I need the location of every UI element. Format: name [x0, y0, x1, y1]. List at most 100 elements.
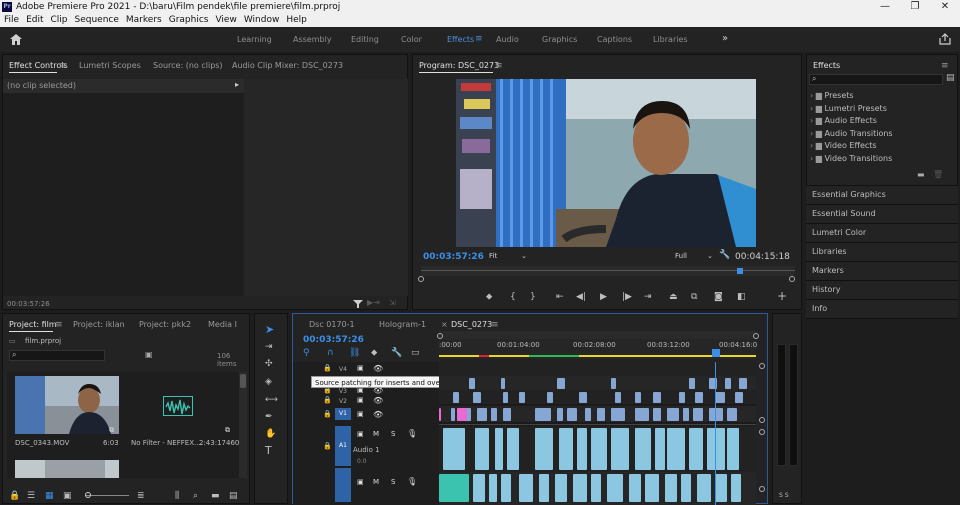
video-clip[interactable]: [473, 392, 481, 403]
effects-folder-audio-effects[interactable]: › ▆ Audio Effects: [810, 116, 956, 129]
quality-dropdown[interactable]: Full ⌄: [675, 251, 715, 262]
play-only-icon[interactable]: ▶⇥: [367, 298, 380, 307]
tab-project-iklan[interactable]: Project: iklan: [73, 320, 125, 329]
type-tool-icon[interactable]: T: [265, 445, 272, 457]
new-custom-bin-icon[interactable]: ▬: [917, 170, 925, 179]
audio-clip[interactable]: [629, 474, 641, 502]
video-clip[interactable]: [597, 408, 605, 421]
solo-button[interactable]: S: [391, 430, 395, 438]
step-back-icon[interactable]: ◀|: [576, 291, 586, 303]
audio-clip[interactable]: [715, 474, 727, 502]
video-clip[interactable]: [557, 378, 565, 389]
menu-markers[interactable]: Markers: [126, 14, 162, 27]
workspace-editing[interactable]: Editing: [351, 35, 379, 44]
video-clip[interactable]: [503, 392, 508, 403]
project-search-input[interactable]: ⌕: [9, 350, 105, 361]
track-lock-icon[interactable]: 🔒: [323, 410, 332, 418]
tab-project-film[interactable]: Project: film: [9, 320, 57, 329]
audio-clip[interactable]: [539, 474, 549, 502]
section-libraries[interactable]: Libraries: [806, 243, 958, 262]
video-clip[interactable]: [469, 378, 475, 389]
video-clip[interactable]: [727, 408, 737, 421]
video-clip[interactable]: [679, 392, 685, 403]
audio-thumbnail[interactable]: [163, 396, 193, 416]
tab-sequence-dsc0273[interactable]: DSC_0273: [451, 320, 492, 329]
freeform-view-icon[interactable]: ▣: [63, 490, 72, 502]
workspace-graphics[interactable]: Graphics: [542, 35, 577, 44]
track-target-a1[interactable]: A1: [335, 426, 351, 466]
project-menu-icon[interactable]: ≡: [55, 320, 63, 330]
video-clip[interactable]: [667, 408, 679, 421]
video-clip[interactable]: [739, 378, 747, 389]
workspace-color[interactable]: Color: [401, 35, 422, 44]
audio-clip[interactable]: [473, 474, 485, 502]
video-clip[interactable]: [491, 408, 497, 421]
video-clip[interactable]: [451, 408, 455, 421]
solo-button[interactable]: S: [391, 478, 395, 486]
icon-view-icon[interactable]: ▦: [45, 490, 54, 502]
audio-clip[interactable]: [645, 474, 659, 502]
time-ruler[interactable]: :00:00 00:01:04:00 00:02:08:00 00:03:12:…: [439, 339, 757, 359]
audio-clip[interactable]: [577, 428, 587, 470]
effects-folder-audio-transitions[interactable]: › ▆ Audio Transitions: [810, 129, 956, 142]
video-clip[interactable]: [709, 408, 723, 421]
audio-clip[interactable]: [475, 428, 489, 470]
audio-clip[interactable]: [607, 474, 623, 502]
zoom-slider[interactable]: [85, 492, 129, 498]
video-clip[interactable]: [653, 408, 661, 421]
video-clip[interactable]: [715, 392, 725, 403]
toggle-output-eye-icon[interactable]: 👁: [373, 364, 383, 373]
mark-out-icon[interactable]: }: [530, 291, 536, 303]
slip-tool-icon[interactable]: ⟷: [265, 394, 278, 406]
sync-lock-icon[interactable]: ▣: [357, 430, 364, 438]
audio-clip[interactable]: [655, 428, 665, 470]
menu-file[interactable]: File: [4, 14, 19, 27]
tab-sequence-dsc0170[interactable]: Dsc 0170-1: [309, 320, 355, 329]
music-clip[interactable]: [439, 474, 469, 502]
sort-icon[interactable]: ≣: [137, 490, 145, 502]
video-clip[interactable]: [567, 408, 577, 421]
audio-clip[interactable]: [535, 428, 553, 470]
section-lumetri-color[interactable]: Lumetri Color: [806, 224, 958, 243]
track-target-v1[interactable]: V1: [335, 408, 351, 420]
audio-clip[interactable]: [697, 474, 711, 502]
find-icon[interactable]: ⌕: [193, 490, 198, 502]
audio-clip[interactable]: [519, 474, 533, 502]
track-select-tool-icon[interactable]: ⇥: [265, 341, 273, 353]
section-info[interactable]: Info: [806, 300, 958, 319]
home-icon[interactable]: [10, 34, 22, 45]
play-icon[interactable]: ▶: [600, 291, 607, 303]
video-clip[interactable]: [725, 378, 731, 389]
section-history[interactable]: History: [806, 281, 958, 300]
project-scrollbar[interactable]: [239, 372, 247, 478]
audio-clip[interactable]: [507, 428, 519, 470]
lock-icon[interactable]: 🔒: [9, 490, 20, 502]
toggle-output-eye-icon[interactable]: 👁: [373, 410, 383, 419]
sync-lock-icon[interactable]: ▣: [357, 410, 364, 418]
video-clip[interactable]: [693, 408, 703, 421]
automate-icon[interactable]: ⫼: [175, 490, 179, 502]
video-clip[interactable]: [453, 392, 459, 403]
timeline-settings-icon[interactable]: 🔧: [391, 347, 402, 359]
audio-clip[interactable]: [731, 474, 741, 502]
video-clip[interactable]: [611, 378, 616, 389]
program-timecode[interactable]: 00:03:57:26: [423, 252, 484, 262]
vertical-zoom-handle[interactable]: [759, 363, 765, 369]
delete-icon[interactable]: 🗑: [933, 170, 943, 179]
zoom-handle-left[interactable]: [418, 276, 424, 282]
video-clip[interactable]: [547, 392, 553, 403]
video-clip[interactable]: [695, 392, 703, 403]
video-clip[interactable]: [519, 392, 525, 403]
audio-clip[interactable]: [591, 474, 601, 502]
mute-button[interactable]: M: [373, 430, 379, 438]
effects-folder-presets[interactable]: › ▆ Presets: [810, 91, 956, 104]
audio-clip[interactable]: [501, 474, 511, 502]
voice-over-mic-icon[interactable]: 🎙: [407, 429, 417, 438]
program-menu-icon[interactable]: ≡: [495, 61, 503, 71]
workspace-libraries[interactable]: Libraries: [653, 35, 688, 44]
menu-sequence[interactable]: Sequence: [75, 14, 119, 27]
toggle-output-eye-icon[interactable]: 👁: [373, 396, 383, 405]
audio-clip[interactable]: [573, 474, 587, 502]
audio-clip[interactable]: [635, 428, 651, 470]
sync-lock-icon[interactable]: ▣: [357, 364, 364, 372]
